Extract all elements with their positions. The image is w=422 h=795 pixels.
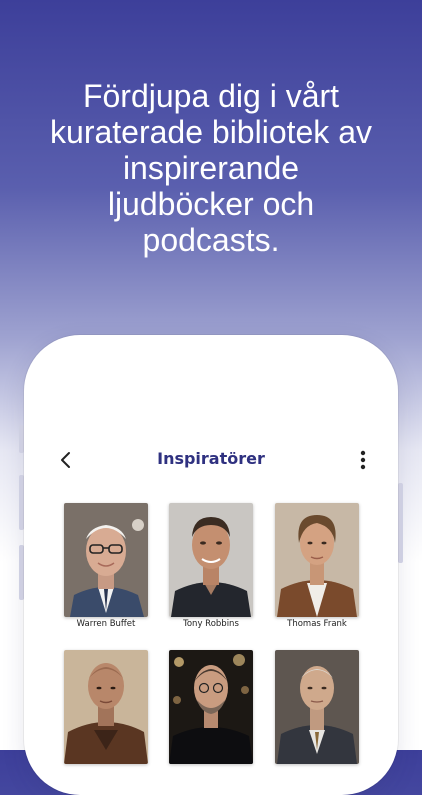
inspirer-name: Warren Buffet [76,619,136,629]
inspirer-name: Thomas Frank [287,619,347,629]
portrait-elderly-man[interactable] [275,650,359,764]
portrait-monk[interactable] [64,650,148,764]
inspirer-card[interactable]: Warren Buffet [64,503,148,629]
more-button[interactable] [348,446,378,474]
portrait-steve-jobs[interactable] [169,650,253,764]
page-title: Inspiratörer [157,449,265,468]
more-vertical-icon [360,450,366,470]
inspirer-card[interactable] [275,650,359,766]
headline: Fördjupa dig i vårt kuraterade bibliotek… [50,78,372,258]
inspirer-card[interactable] [169,650,253,766]
portrait-thomas-frank[interactable] [275,503,359,617]
portrait-warren-buffet[interactable] [64,503,148,617]
nav-bar: Inspiratörer [24,440,398,480]
phone-power-button [398,483,403,563]
inspirer-name: Tony Robbins [183,619,239,629]
portrait-tony-robbins[interactable] [169,503,253,617]
inspirer-card[interactable] [64,650,148,766]
inspirer-card[interactable]: Thomas Frank [275,503,359,629]
inspirer-card[interactable]: Tony Robbins [169,503,253,629]
